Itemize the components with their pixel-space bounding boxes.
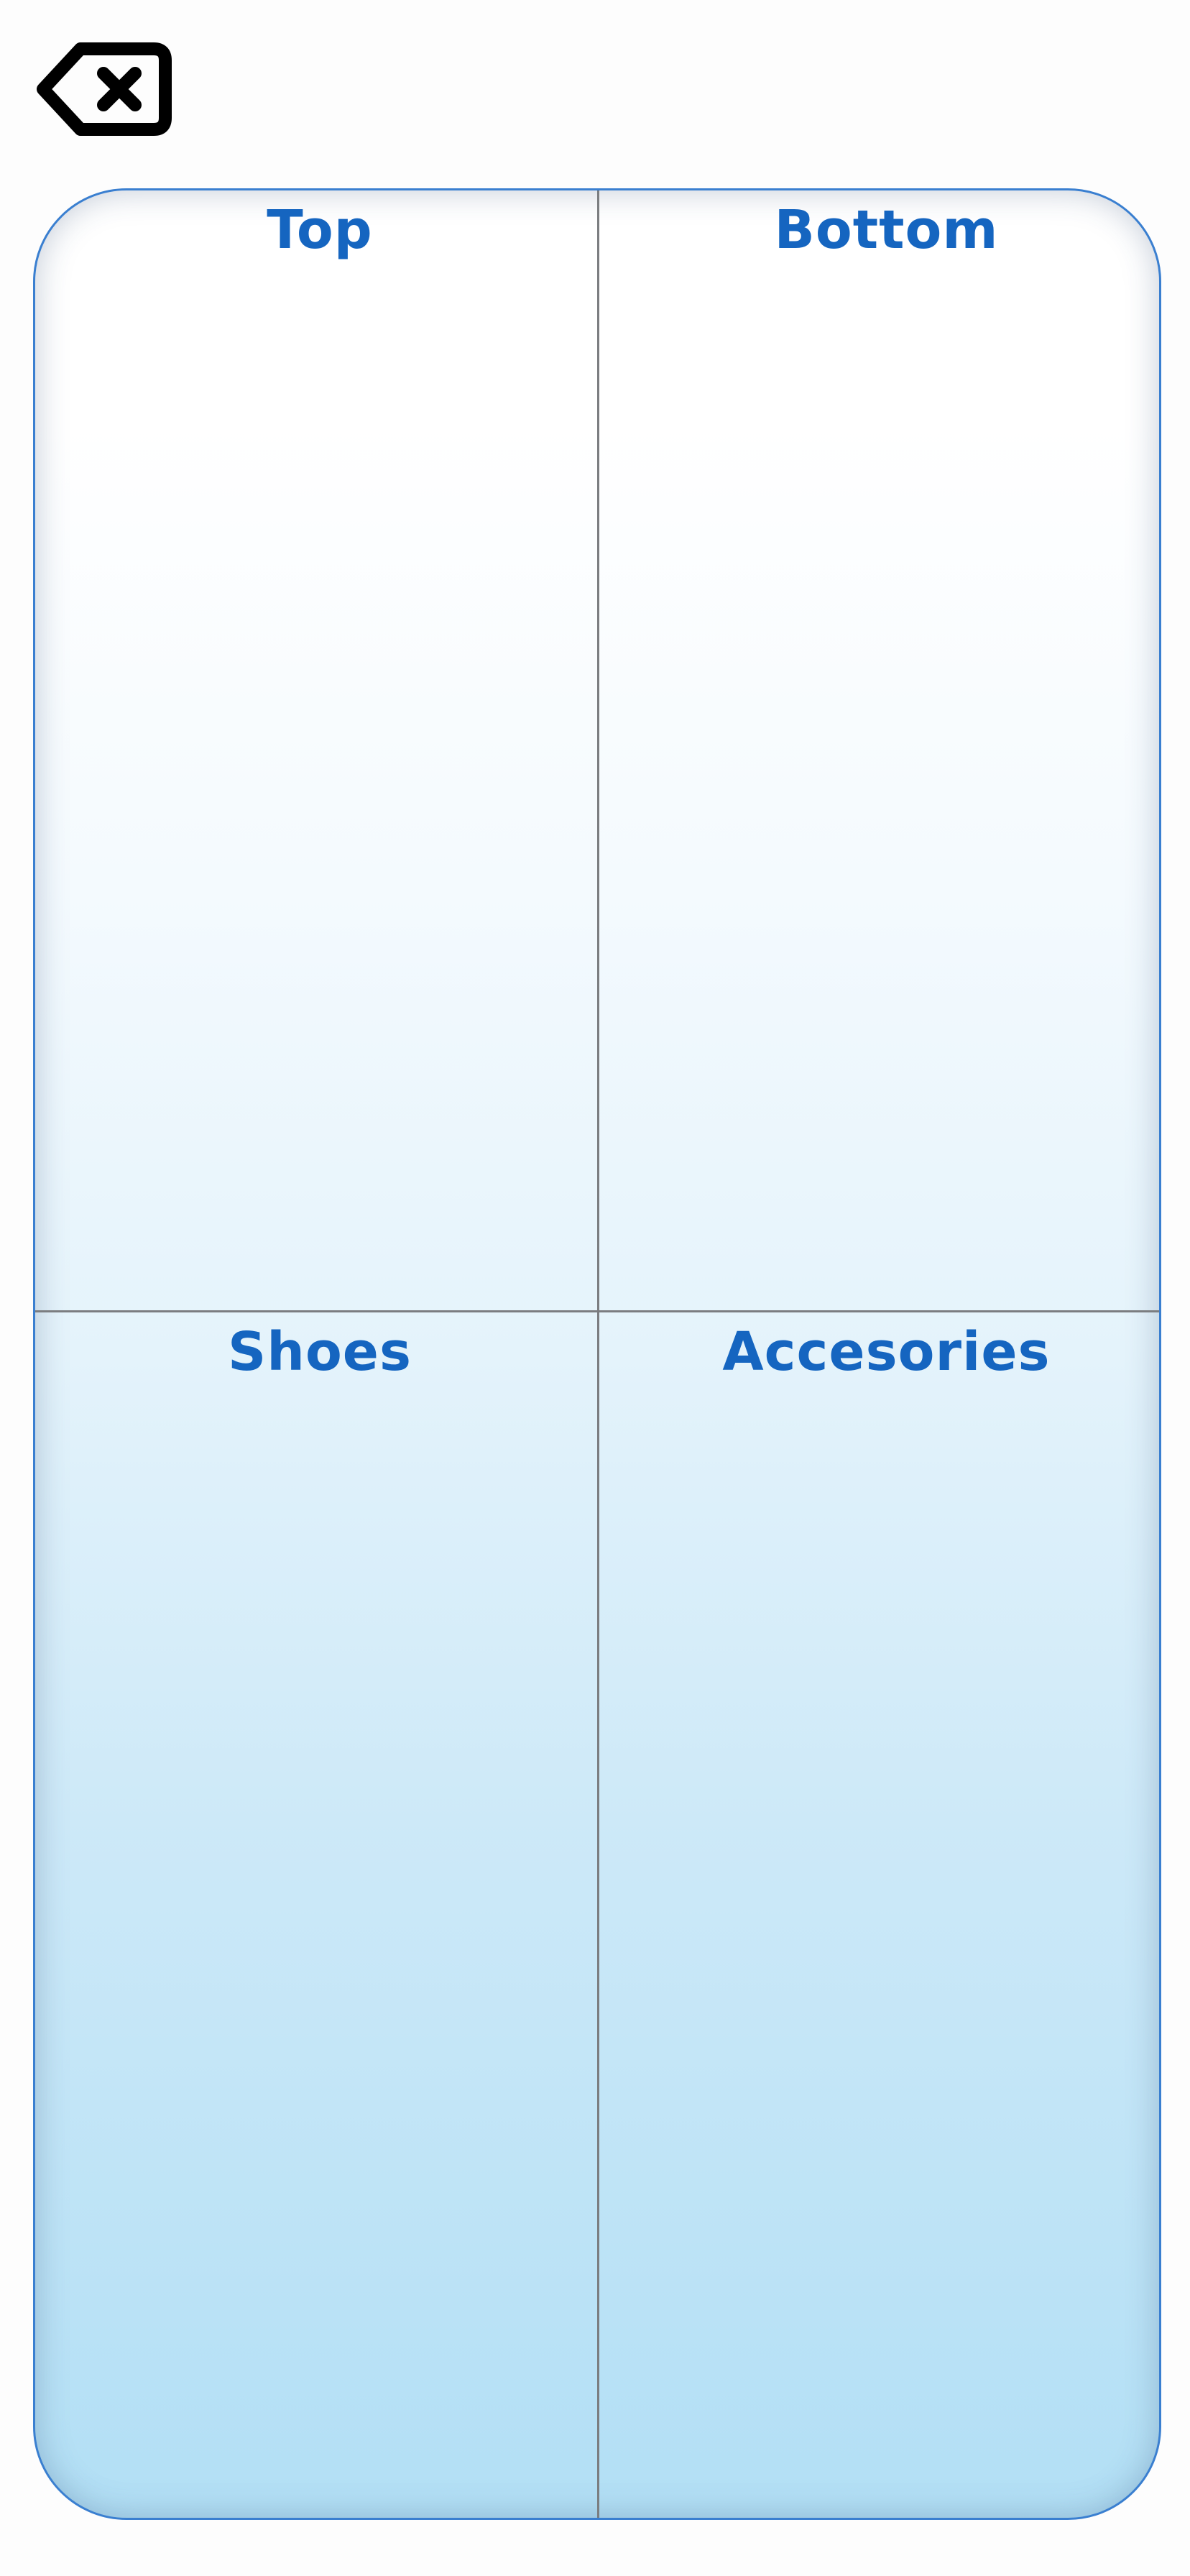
category-accessories[interactable]: Accesories [599,1312,1159,2518]
category-bottom[interactable]: Bottom [599,190,1159,1310]
category-accessories-label: Accesories [722,1321,1051,1383]
vertical-divider [597,190,599,2518]
category-shoes[interactable]: Shoes [35,1312,597,2518]
outfit-page: Top Bottom Shoes Accesories [0,0,1190,2576]
category-shoes-label: Shoes [227,1321,412,1383]
category-top[interactable]: Top [35,190,597,1310]
horizontal-divider [35,1310,1159,1312]
outfit-board: Top Bottom Shoes Accesories [33,188,1161,2520]
category-bottom-label: Bottom [774,199,999,261]
category-top-label: Top [267,199,373,261]
backspace-x-icon [37,42,172,136]
back-button[interactable] [36,40,174,138]
